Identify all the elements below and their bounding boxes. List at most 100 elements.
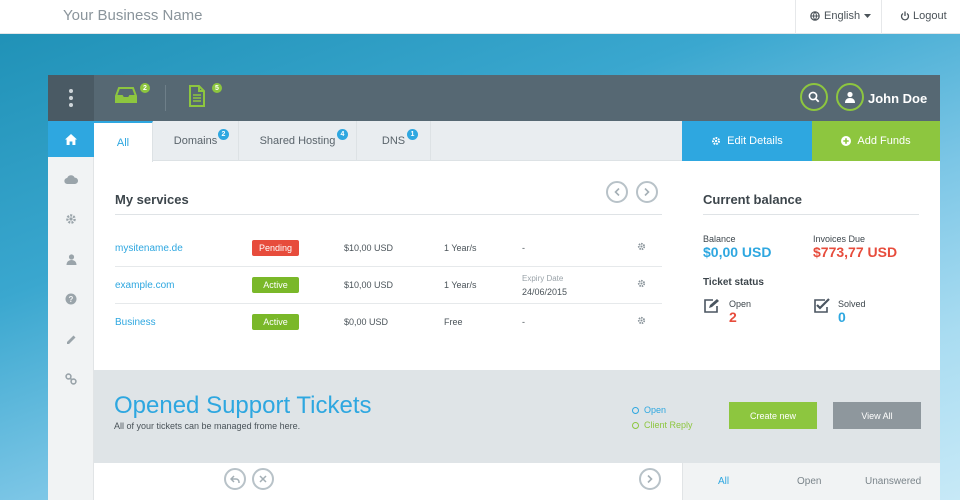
tickets-title: Opened Support Tickets <box>114 392 372 419</box>
legend-label: Client Reply <box>644 420 693 430</box>
brand-name[interactable]: Your Business Name <box>63 7 203 24</box>
ticket-status-title: Ticket status <box>703 277 764 288</box>
help-icon: ? <box>65 293 77 305</box>
documents-button[interactable]: 5 <box>187 82 223 109</box>
topbar-divider <box>795 0 796 34</box>
service-term: Free <box>444 317 463 327</box>
gear-icon <box>637 316 646 325</box>
status-badge: Active <box>252 314 299 330</box>
username[interactable]: John Doe <box>868 91 927 106</box>
service-name-link[interactable]: example.com <box>115 280 174 291</box>
logout-label: Logout <box>913 10 947 22</box>
tab-all-tickets[interactable]: All <box>718 476 729 487</box>
invoices-due-value: $773,77 USD <box>813 244 898 260</box>
tab-label: Shared Hosting <box>259 135 336 147</box>
check-square-icon <box>813 298 831 317</box>
service-name-link[interactable]: Business <box>115 317 156 328</box>
header-divider <box>165 85 166 111</box>
logout-link[interactable]: Logout <box>900 10 947 22</box>
legend-client-reply: Client Reply <box>632 420 693 430</box>
inbox-button[interactable]: 2 <box>115 82 151 109</box>
service-term: 1 Year/s <box>444 280 477 290</box>
sidebar-item-cloud[interactable] <box>48 161 94 197</box>
legend-open: Open <box>632 405 666 415</box>
circle-icon <box>632 421 639 429</box>
inbox-icon <box>115 87 137 103</box>
plus-circle-icon <box>841 136 852 146</box>
table-row: mysitename.de Pending $10,00 USD 1 Year/… <box>115 230 662 267</box>
tab-label: Domains <box>173 135 218 147</box>
service-settings-button[interactable] <box>637 316 646 328</box>
pencil-icon <box>66 335 75 344</box>
next-button[interactable] <box>636 181 658 203</box>
service-expiry: - <box>522 317 525 327</box>
status-badge: Pending <box>252 240 299 256</box>
tab-badge: 4 <box>337 129 348 140</box>
view-all-button[interactable]: View All <box>833 402 921 429</box>
reply-icon <box>230 474 240 483</box>
gear-icon <box>66 214 76 224</box>
service-settings-button[interactable] <box>637 242 646 254</box>
tab-domains[interactable]: Domains 2 <box>153 121 239 161</box>
circle-icon <box>632 406 639 414</box>
document-icon <box>189 85 205 107</box>
sidebar: ? <box>48 121 94 500</box>
gear-icon <box>637 242 646 251</box>
services-title: My services <box>115 192 189 207</box>
tab-open-tickets[interactable]: Open <box>797 476 821 487</box>
status-badge: Active <box>252 277 299 293</box>
service-settings-button[interactable] <box>637 279 646 291</box>
service-price: $10,00 USD <box>344 243 394 253</box>
search-button[interactable] <box>800 83 828 111</box>
next-page-button[interactable] <box>639 468 661 490</box>
solved-tickets-count: 0 <box>838 309 846 325</box>
expiry-label: Expiry Date <box>522 274 564 283</box>
add-funds-button[interactable]: Add Funds <box>812 121 940 161</box>
service-price: $0,00 USD <box>344 317 389 327</box>
create-new-button[interactable]: Create new <box>729 402 817 429</box>
tab-shared-hosting[interactable]: Shared Hosting 4 <box>239 121 357 161</box>
sidebar-item-edit[interactable] <box>48 321 94 357</box>
tickets-toolbar <box>94 463 682 500</box>
edit-details-button[interactable]: Edit Details <box>682 121 812 161</box>
link-icon <box>65 373 77 385</box>
sidebar-item-settings[interactable] <box>48 201 94 237</box>
home-icon <box>65 133 77 145</box>
prev-button[interactable] <box>606 181 628 203</box>
service-name-link[interactable]: mysitename.de <box>115 243 183 254</box>
reply-button[interactable] <box>224 468 246 490</box>
sidebar-item-home[interactable] <box>48 121 94 157</box>
table-row: Business Active $0,00 USD Free - <box>115 304 662 341</box>
open-tickets-count: 2 <box>729 309 737 325</box>
tab-badge: 1 <box>407 129 418 140</box>
close-icon <box>259 475 267 483</box>
panel-header: 2 5 John Doe <box>48 75 940 121</box>
sidebar-item-help[interactable]: ? <box>48 281 94 317</box>
balance-value: $0,00 USD <box>703 244 772 260</box>
edit-details-label: Edit Details <box>727 135 783 147</box>
expiry-date: 24/06/2015 <box>522 287 568 297</box>
legend-label: Open <box>644 405 667 415</box>
tickets-subtitle: All of your tickets can be managed frome… <box>114 421 301 431</box>
menu-button[interactable] <box>48 75 94 121</box>
sidebar-item-account[interactable] <box>48 241 94 277</box>
balance-label: Balance <box>703 234 736 244</box>
svg-text:?: ? <box>69 295 74 304</box>
tab-dns[interactable]: DNS 1 <box>357 121 431 161</box>
avatar[interactable] <box>836 83 864 111</box>
tab-unanswered-tickets[interactable]: Unanswered <box>865 476 921 487</box>
tab-label: All <box>116 136 130 149</box>
close-button[interactable] <box>252 468 274 490</box>
table-row: example.com Active $10,00 USD 1 Year/s E… <box>115 267 662 304</box>
language-selector[interactable]: English <box>810 10 872 22</box>
tab-all[interactable]: All <box>94 121 153 162</box>
gear-icon <box>637 279 646 288</box>
chevron-right-icon <box>644 188 650 196</box>
user-icon <box>845 91 855 103</box>
sidebar-item-links[interactable] <box>48 361 94 397</box>
service-expiry: - <box>522 243 525 253</box>
inbox-badge: 2 <box>139 82 151 94</box>
topbar-divider <box>881 0 882 34</box>
service-price: $10,00 USD <box>344 280 394 290</box>
language-label: English <box>824 10 861 22</box>
